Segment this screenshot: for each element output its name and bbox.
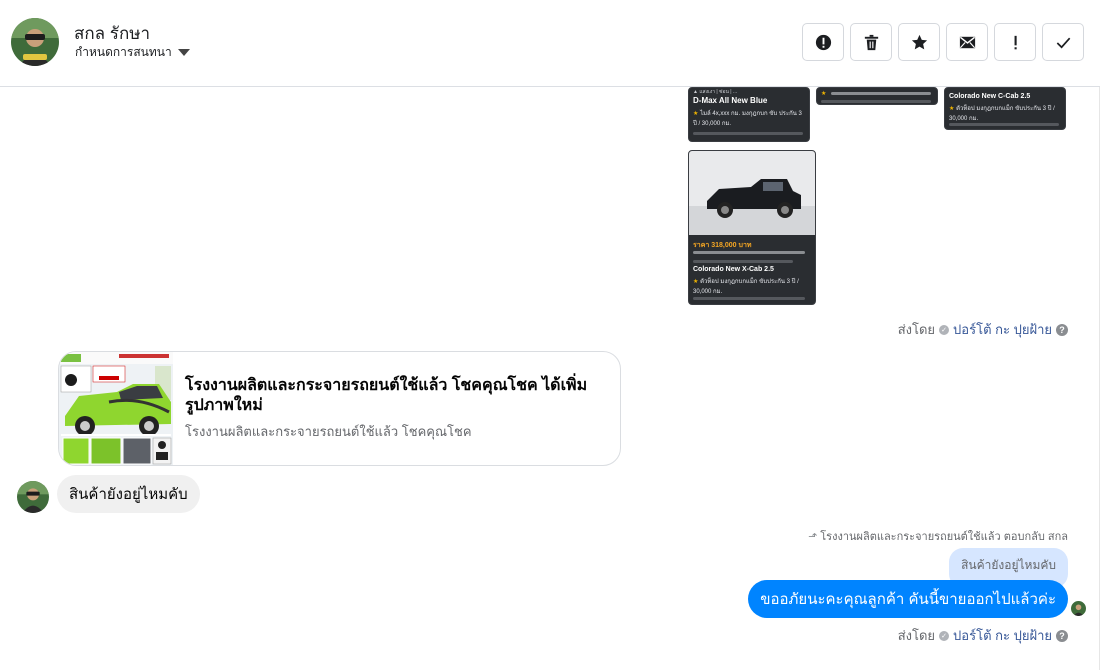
envelope-icon — [959, 36, 975, 48]
shared-post-image — [59, 352, 173, 465]
exclamation-icon — [1014, 35, 1017, 49]
reply-note-text: โรงงานผลิตและกระจายรถยนต์ใช้แล้ว ตอบกลับ… — [820, 531, 1068, 543]
product-thumbnail-2[interactable]: ★ — [816, 87, 938, 105]
product-thumbnail-1[interactable]: ▲ แสงเงา | ซ่อน | ... D-Max All New Blue… — [688, 87, 810, 142]
reply-arrow-icon: ⬏ — [808, 530, 818, 543]
conversation-settings-dropdown[interactable]: กำหนดการสนทนา — [75, 43, 190, 62]
incoming-message-bubble[interactable]: สินค้ายังอยู่ไหมคับ — [57, 475, 200, 513]
sent-by-label: ส่งโดย ✓ ปอร์โต้ กะ ปุยฝ้าย ? — [898, 319, 1068, 340]
seen-avatar — [1071, 601, 1086, 616]
thumbnail-details: ตัวท็อป มงกุฎกบกแม็ก ขับประกัน 3 ปี / 30… — [949, 106, 1055, 122]
sent-by-label: ส่งโดย ✓ ปอร์โต้ กะ ปุยฝ้าย ? — [898, 625, 1068, 646]
sender-name[interactable]: ปอร์โต้ กะ ปุยฝ้าย — [953, 319, 1052, 340]
sent-by-prefix: ส่งโดย — [897, 322, 936, 337]
caret-down-icon — [177, 49, 190, 56]
conversation-header: สกล รักษา กำหนดการสนทนา — [0, 0, 1100, 87]
star-icon: ★ — [693, 279, 699, 285]
done-button[interactable] — [1042, 23, 1084, 61]
contact-avatar[interactable] — [11, 18, 59, 66]
shared-post-card[interactable]: โรงงานผลิตและกระจายรถยนต์ใช้แล้ว โชคคุณโ… — [58, 351, 621, 466]
mark-unread-button[interactable] — [946, 23, 988, 61]
product-thumbnail-4[interactable]: ราคา 318,000 บาท Colorado New X-Cab 2.5 … — [688, 150, 816, 305]
header-toolbar — [802, 23, 1084, 61]
outgoing-message-bubble[interactable]: ขออภัยนะคะคุณลูกค้า คันนี้ขายออกไปแล้วค่… — [748, 580, 1068, 618]
reply-indicator: ⬏ โรงงานผลิตและกระจายรถยนต์ใช้แล้ว ตอบกล… — [808, 527, 1068, 545]
star-icon: ★ — [949, 106, 955, 112]
star-icon — [911, 34, 927, 49]
thumbnail-title: Colorado New X-Cab 2.5 — [693, 266, 774, 273]
contact-avatar-small[interactable] — [17, 481, 49, 513]
verified-icon: ✓ — [939, 630, 950, 641]
conversation-label: กำหนดการสนทนา — [75, 45, 172, 59]
thumbnail-price: ราคา 318,000 บาท — [693, 242, 752, 249]
exclamation-circle-icon — [815, 34, 831, 50]
report-button[interactable] — [802, 23, 844, 61]
thumbnail-details: ไมล์ 4x,xxx กม. มงกุฎกบก ขับ ประกัน 3 ปี… — [693, 111, 802, 127]
important-button[interactable] — [994, 23, 1036, 61]
shared-post-title[interactable]: โรงงานผลิตและกระจายรถยนต์ใช้แล้ว โชคคุณโ… — [185, 376, 615, 416]
sender-name[interactable]: ปอร์โต้ กะ ปุยฝ้าย — [953, 625, 1052, 646]
star-icon: ★ — [693, 111, 699, 117]
help-icon[interactable]: ? — [1056, 629, 1068, 642]
thumbnail-title: Colorado New C-Cab 2.5 — [949, 93, 1031, 100]
delete-button[interactable] — [850, 23, 892, 61]
shared-post-source: โรงงานผลิตและกระจายรถยนต์ใช้แล้ว โชคคุณโ… — [185, 424, 472, 439]
star-button[interactable] — [898, 23, 940, 61]
trash-icon — [864, 34, 878, 50]
verified-icon: ✓ — [939, 324, 950, 335]
help-icon[interactable]: ? — [1056, 323, 1068, 336]
check-icon — [1056, 37, 1070, 48]
thumbnail-title: D-Max All New Blue — [693, 96, 768, 105]
star-icon: ★ — [821, 91, 827, 97]
sent-by-prefix: ส่งโดย — [897, 628, 936, 643]
thumbnail-details: ตัวท็อป มงกุฎกบกแม็ก ขับประกัน 3 ปี / 30… — [693, 279, 799, 295]
car-photo — [689, 151, 815, 235]
product-thumbnail-3[interactable]: Colorado New C-Cab 2.5 ★ ตัวท็อป มงกุฎกบ… — [944, 87, 1066, 130]
